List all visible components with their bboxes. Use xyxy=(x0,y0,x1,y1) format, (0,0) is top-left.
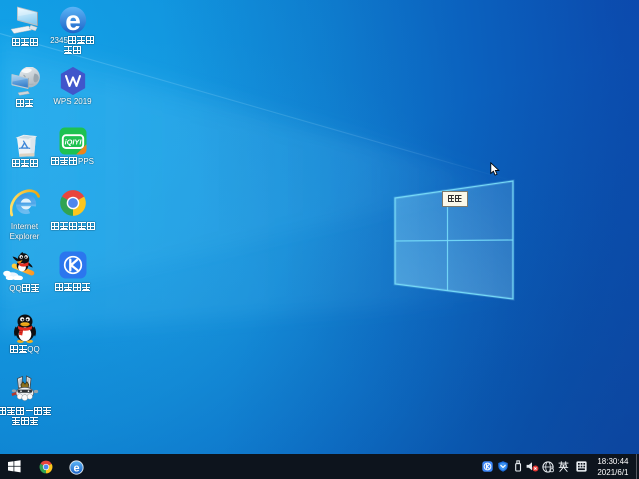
svg-text:iQIYI: iQIYI xyxy=(64,137,82,146)
svg-text:e: e xyxy=(73,462,79,474)
svg-text:e: e xyxy=(65,6,81,34)
